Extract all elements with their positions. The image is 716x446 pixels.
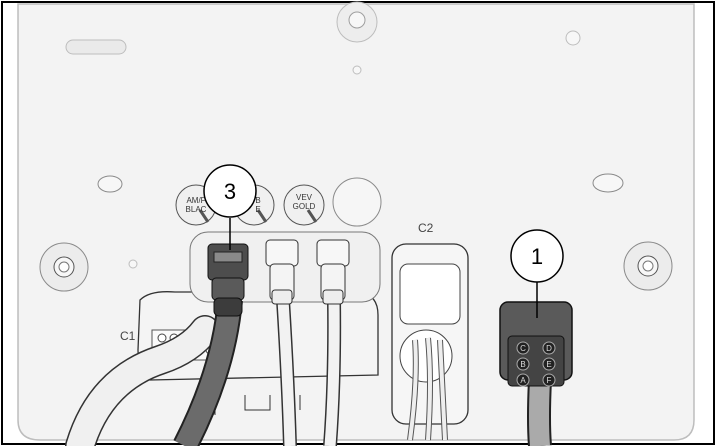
diagram-canvas: AM/F BLAC B E VEV GOLD C1 C2 C D B E A F… <box>0 0 716 446</box>
button-left-label-top: AM/F <box>186 196 205 205</box>
panel-hole-small <box>128 259 138 269</box>
button-blank <box>332 177 382 227</box>
pin-label: D <box>546 344 552 353</box>
callout-3-number: 3 <box>224 179 236 204</box>
c2-label: C2 <box>418 221 434 235</box>
button-left-label-bottom: BLAC <box>186 205 207 214</box>
panel-hole-small <box>352 65 362 75</box>
c1-label: C1 <box>120 329 136 343</box>
plug-white-right <box>316 239 350 305</box>
pin-label: C <box>520 344 526 353</box>
pin-label: B <box>520 360 525 369</box>
left-mount-center <box>58 261 70 273</box>
button-right: VEV GOLD <box>283 184 325 226</box>
cable-white-right <box>324 299 340 446</box>
connector-panel-illustration: AM/F BLAC B E VEV GOLD C1 C2 C D B E A F… <box>1 1 715 446</box>
top-mount-hole <box>348 11 366 29</box>
panel-slot <box>65 39 127 55</box>
panel-hole <box>565 30 581 46</box>
pin-label: E <box>546 360 551 369</box>
pin-label: F <box>547 376 552 385</box>
plug-white-middle <box>265 239 299 305</box>
button-middle-label-top: B <box>255 196 260 205</box>
left-oval-slot <box>97 175 123 193</box>
pin-label: A <box>520 376 526 385</box>
cable-1 <box>529 379 550 446</box>
right-oval-slot <box>592 173 624 193</box>
cable-white-middle <box>277 299 296 446</box>
button-right-label-top: VEV <box>296 193 313 202</box>
button-middle-label-bottom: E <box>255 205 260 214</box>
callout-1-number: 1 <box>531 244 543 269</box>
connector-c2: C2 <box>391 221 469 441</box>
button-right-label-bottom: GOLD <box>293 202 316 211</box>
right-mount-center <box>642 260 654 272</box>
